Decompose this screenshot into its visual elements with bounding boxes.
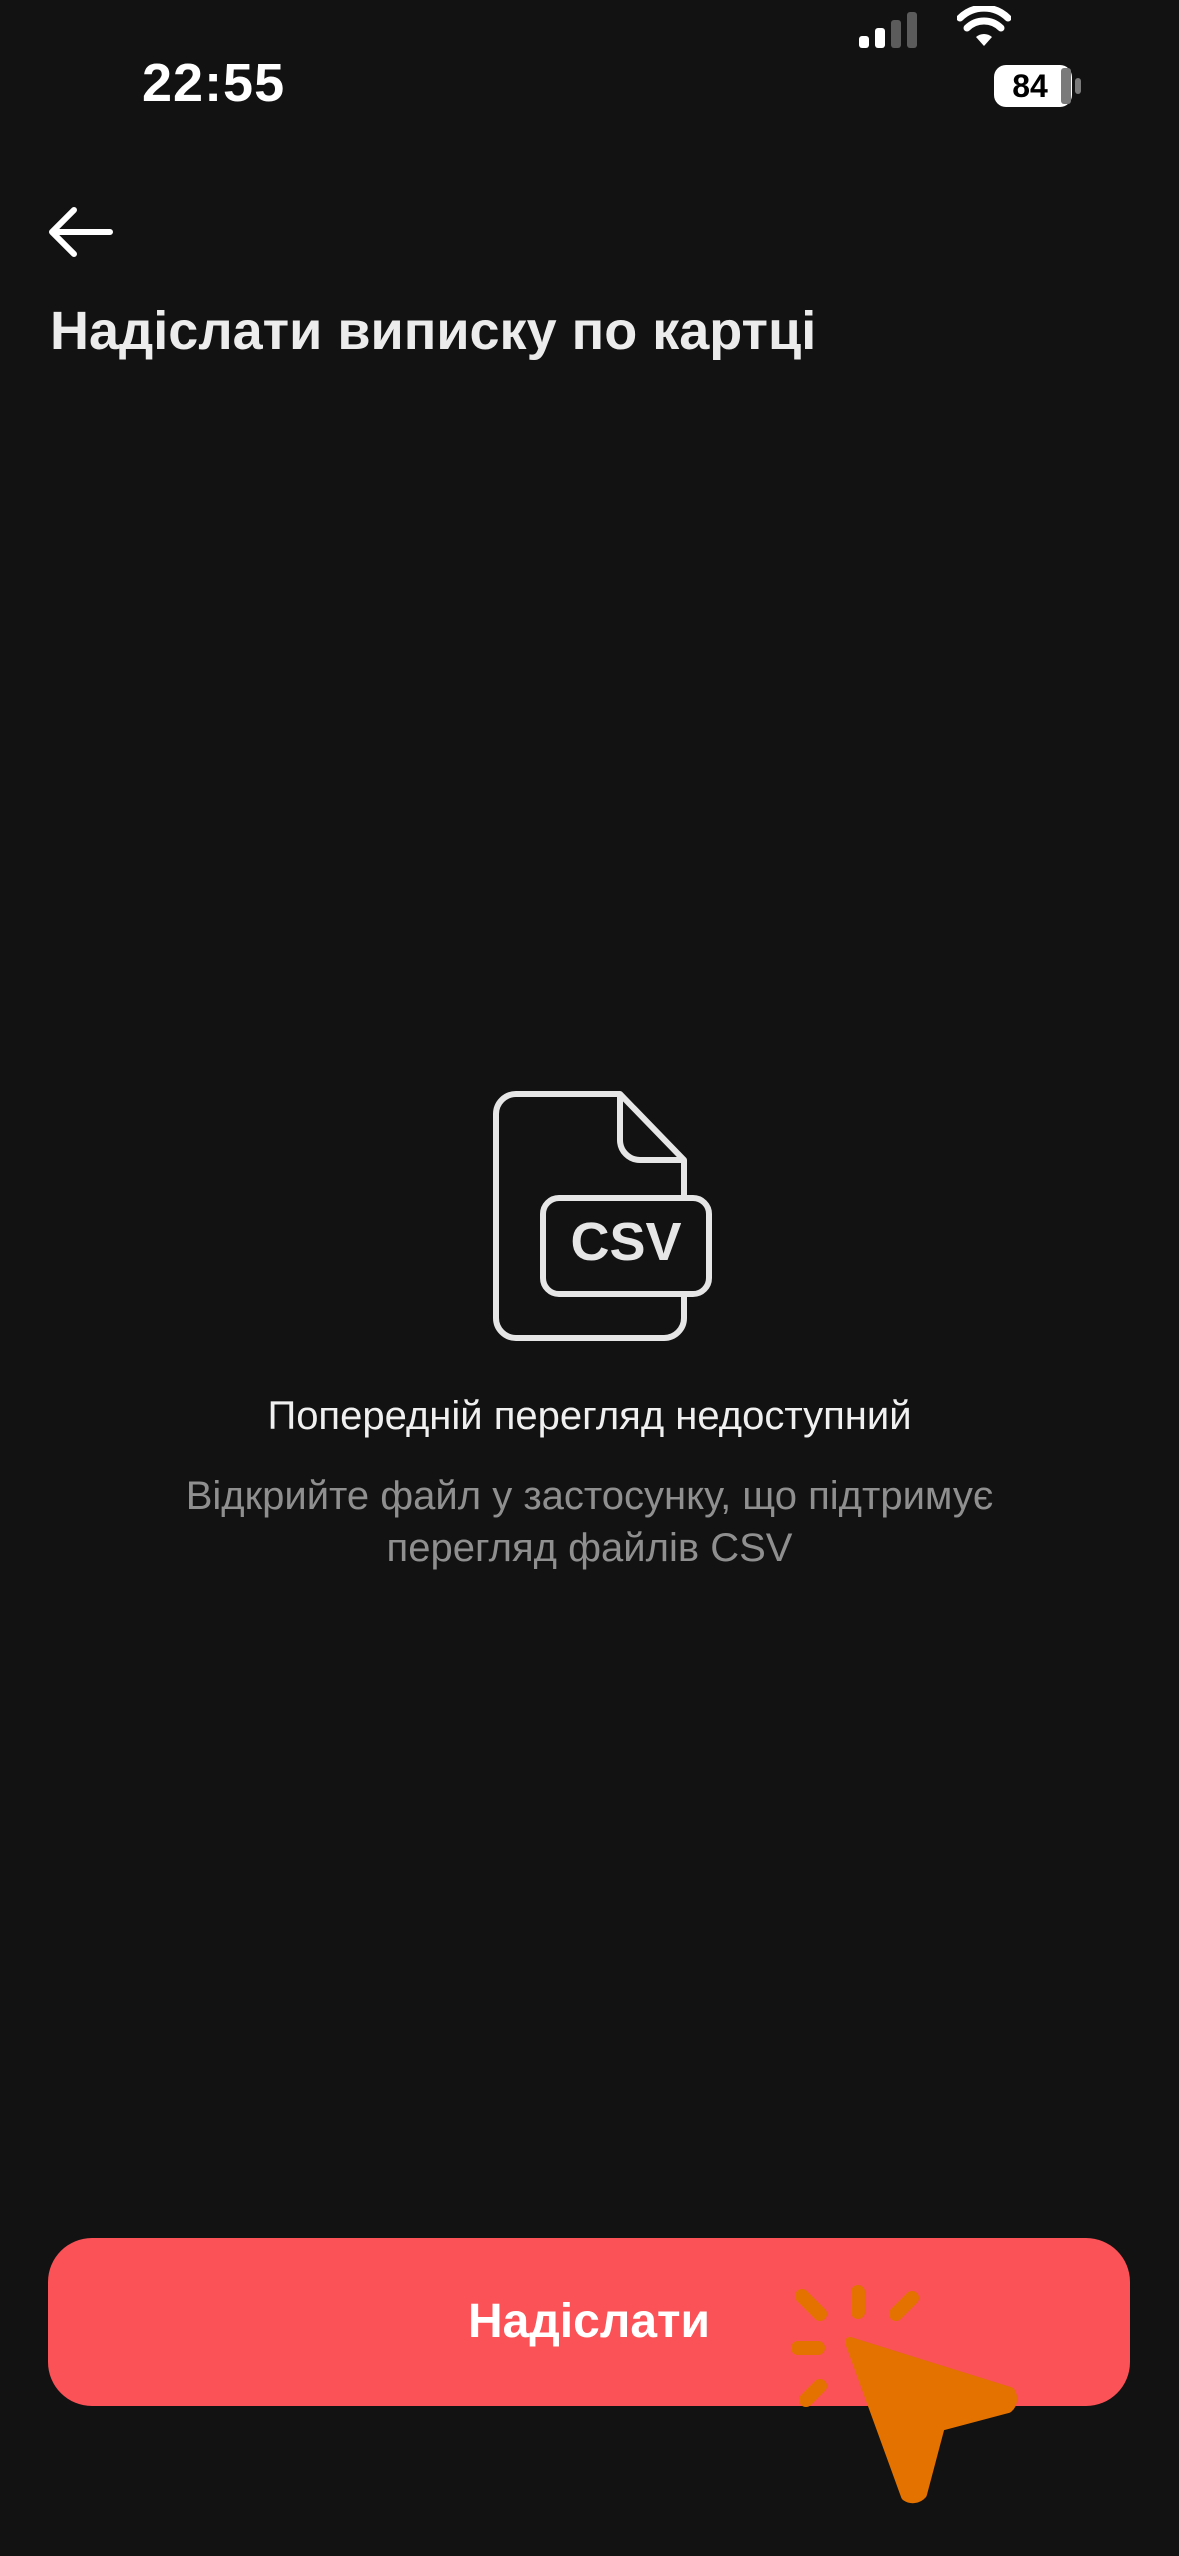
wifi-icon [957, 6, 1011, 46]
preview-title: Попередній перегляд недоступний [267, 1394, 912, 1438]
back-button[interactable] [44, 196, 124, 268]
send-button[interactable]: Надіслати [48, 2238, 1130, 2406]
send-button-label: Надіслати [467, 2295, 711, 2348]
signal-icon [859, 12, 917, 48]
battery-icon: 84 [993, 64, 1083, 108]
file-type-badge: CSV [570, 1212, 682, 1272]
status-bar: 22:55 84 [0, 0, 1179, 176]
battery-level: 84 [1012, 68, 1048, 104]
arrow-left-icon [49, 207, 113, 257]
status-time: 22:55 [142, 53, 286, 113]
page-title: Надіслати виписку по картці [50, 301, 817, 361]
preview-subtitle: Відкрийте файл у застосунку, що підтриму… [185, 1474, 994, 1570]
